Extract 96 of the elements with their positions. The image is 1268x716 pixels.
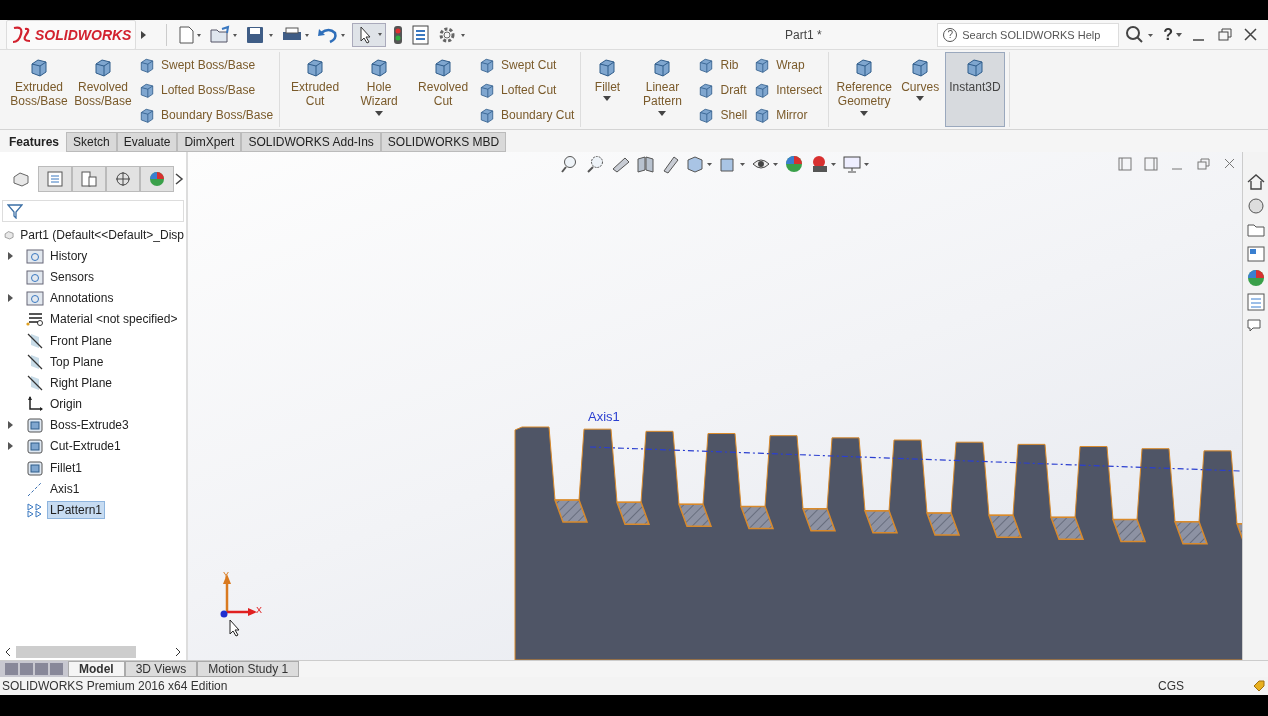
feature-block-icon [26,438,44,455]
edition-text: SOLIDWORKS Premium 2016 x64 Edition [2,679,228,693]
ribbon-button[interactable]: Boundary Cut [476,104,577,125]
command-tab[interactable]: Evaluate [116,132,178,152]
folder-icon [26,290,44,307]
list-icon[interactable] [1244,292,1267,312]
command-tab[interactable]: Sketch [66,132,117,152]
command-tab[interactable]: DimXpert [177,132,242,152]
tree-item[interactable]: Top Plane [48,353,106,370]
document-title: Part1 * [784,27,822,42]
feature-block-icon [26,417,44,434]
ribbon-button[interactable]: Draft [695,79,750,100]
tree-item[interactable]: LPattern1 [48,502,105,519]
material-icon [26,311,44,328]
save-icon[interactable] [245,24,276,45]
panel-tab[interactable] [106,166,140,192]
tag-icon[interactable] [1252,679,1266,693]
list-icon[interactable] [411,24,432,45]
solidworks-logo[interactable]: SOLIDWORKS [6,19,137,50]
ribbon-button[interactable]: Boundary Boss/Base [136,104,276,125]
section-view-icon[interactable] [635,154,657,174]
scroll-right-icon[interactable] [174,647,182,657]
tree-root-label[interactable]: Part1 (Default<<Default>_Disp [18,226,186,243]
caret-right-icon[interactable] [174,172,184,186]
plane-icon [26,374,44,391]
ribbon-button[interactable]: Swept Cut [476,54,577,75]
view-tab[interactable]: Model [68,661,125,677]
tree-item[interactable]: Front Plane [48,332,115,349]
ribbon-button[interactable]: Wrap [751,54,825,75]
logo-text: SOLIDWORKS [35,26,132,43]
folder-icon [26,247,44,264]
panel-tab[interactable] [72,166,106,192]
panel-tab[interactable] [140,166,174,192]
list-icon [45,170,65,188]
tree-item[interactable]: Fillet1 [48,459,84,476]
tree-item[interactable]: Sensors [48,268,97,285]
tree-item[interactable]: Origin [48,396,84,413]
funnel-icon [7,203,23,219]
ribbon-button[interactable]: Reference Geometry [833,52,896,127]
ribbon-button[interactable]: Revolved Cut [412,52,475,127]
axis-icon [26,480,44,497]
ribbon-button[interactable]: Rib [695,54,750,75]
axis-label: Axis1 [588,409,620,424]
ribbon-button[interactable]: Swept Boss/Base [136,54,276,75]
feature-block-icon [92,56,114,78]
feature-block-icon [26,459,44,476]
tree-item[interactable]: Boss-Extrude3 [48,417,131,434]
panel-tab[interactable] [38,166,72,192]
ribbon-button[interactable]: Extruded Cut [284,52,347,127]
graphics-area[interactable]: Axis1 Y X [188,152,1242,660]
ribbon-button[interactable]: Linear Pattern [631,52,694,127]
view-tab[interactable]: Motion Study 1 [197,661,300,677]
ribbon-button[interactable]: Intersect [751,79,825,100]
scroll-left-icon[interactable] [4,647,12,657]
feature-block-icon [28,56,50,78]
monitor-icon[interactable] [842,154,872,174]
tree-item[interactable]: Axis1 [48,480,82,497]
cursor-icon [229,619,240,637]
caret-down-icon [1176,32,1182,37]
tree-item[interactable]: Material <not specified> [48,311,180,328]
origin-icon [26,396,44,413]
open-folder-icon[interactable] [209,24,240,45]
y-axis-label: Y [223,570,229,580]
units-selector[interactable]: CGS [1158,679,1184,693]
pattern-icon [26,502,44,519]
tree-item[interactable]: History [48,247,90,264]
view-tab[interactable]: 3D Views [124,661,198,677]
help-menu-button[interactable]: ? [1161,25,1184,44]
ribbon-button[interactable]: Shell [695,104,750,125]
ribbon-button[interactable]: Fillet [585,52,630,127]
command-tab[interactable]: SOLIDWORKS MBD [380,132,507,152]
x-axis-label: X [256,605,262,615]
color-sphere-icon [147,170,167,188]
ribbon-button[interactable]: Mirror [751,104,825,125]
triad-drawing [220,574,257,618]
filter-field[interactable] [2,200,184,222]
plane-icon [26,353,44,370]
ribbon-button[interactable]: Curves [897,52,944,127]
ribbon-button[interactable]: Hole Wizard [348,52,411,127]
ribbon-button[interactable]: Revolved Boss/Base [72,52,134,127]
part-icon [11,170,31,188]
plane-icon [26,332,44,349]
new-file-icon[interactable] [177,24,204,45]
ribbon-button[interactable]: Instant3D [945,52,1005,127]
palette-icon[interactable] [1244,244,1267,264]
command-tab[interactable]: SOLIDWORKS Add-Ins [241,132,381,152]
ds-logo-icon [11,25,33,44]
ribbon-button[interactable]: Lofted Cut [476,79,577,100]
crosshair-icon [113,170,133,188]
tree-item[interactable]: Right Plane [48,374,115,391]
configuration-icon [79,170,99,188]
ribbon-button[interactable]: Extruded Boss/Base [8,52,70,127]
ribbon-button[interactable]: Lofted Boss/Base [136,79,276,100]
folder-icon [26,268,44,285]
tree-item[interactable]: Annotations [48,290,116,307]
tree-item[interactable]: Cut-Extrude1 [48,438,123,455]
